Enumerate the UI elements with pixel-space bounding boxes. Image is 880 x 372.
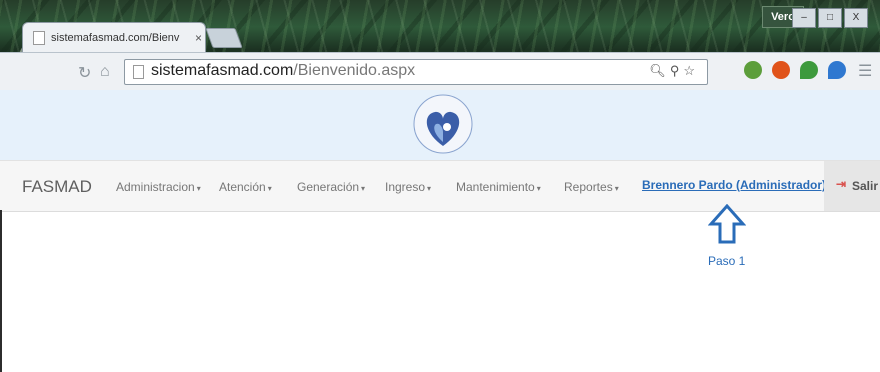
up-arrow-icon bbox=[708, 204, 746, 244]
browser-tab[interactable]: sistemafasmad.com/Bienv × bbox=[22, 22, 206, 53]
menu-administracion[interactable]: Administracion ▾ bbox=[116, 180, 201, 194]
step-annotation-label: Paso 1 bbox=[708, 254, 746, 268]
page-favicon-icon bbox=[33, 31, 45, 45]
sign-out-icon: ⇥ bbox=[836, 177, 847, 191]
main-navbar: FASMAD Administracion ▾ Atención ▾ Generac… bbox=[0, 160, 880, 212]
extension-green-icon[interactable] bbox=[800, 61, 818, 79]
minimize-button[interactable]: – bbox=[792, 8, 816, 28]
close-tab-icon[interactable]: × bbox=[195, 31, 202, 45]
key-icon: ⚲ bbox=[669, 63, 684, 78]
logout-button[interactable]: ⇥ Salir bbox=[824, 161, 880, 211]
caret-down-icon: ▾ bbox=[536, 184, 541, 193]
home-icon[interactable]: ⌂ bbox=[100, 63, 110, 81]
menu-generacion[interactable]: Generación ▾ bbox=[297, 180, 365, 194]
menu-ingreso[interactable]: Ingreso ▾ bbox=[385, 180, 431, 194]
menu-icon[interactable]: ☰ bbox=[858, 61, 872, 81]
brand-link[interactable]: FASMAD bbox=[22, 177, 92, 197]
browser-frame: sistemafasmad.com/Bienv × Vero – □ X ↻ ⌂… bbox=[0, 0, 880, 91]
url-text[interactable]: sistemafasmad.com/Bienvenido.aspx bbox=[151, 62, 415, 80]
extension-leaf-icon[interactable] bbox=[744, 61, 762, 79]
caret-down-icon: ▾ bbox=[196, 184, 201, 193]
caret-down-icon: ▾ bbox=[614, 184, 619, 193]
caret-down-icon: ▾ bbox=[267, 184, 272, 193]
caret-down-icon: ▾ bbox=[427, 184, 432, 193]
maximize-button[interactable]: □ bbox=[818, 8, 842, 28]
extension-alert-icon[interactable] bbox=[772, 61, 790, 79]
user-profile-link[interactable]: Brennero Pardo (Administrador) bbox=[642, 178, 826, 192]
page-header bbox=[0, 90, 880, 160]
menu-mantenimiento[interactable]: Mantenimiento ▾ bbox=[456, 180, 541, 194]
caret-down-icon: ▾ bbox=[361, 184, 366, 193]
tab-title: sistemafasmad.com/Bienv bbox=[51, 32, 180, 44]
reload-icon[interactable]: ↻ bbox=[78, 63, 91, 83]
logout-label: Salir bbox=[852, 179, 879, 193]
zoom-icon: 🔍︎ bbox=[649, 63, 670, 78]
browser-toolbar: ↻ ⌂ sistemafasmad.com/Bienvenido.aspx 🔍︎… bbox=[0, 52, 880, 91]
bookmark-star-icon: ☆ bbox=[683, 63, 699, 78]
menu-atencion[interactable]: Atención ▾ bbox=[219, 180, 272, 194]
page-icon bbox=[133, 65, 144, 79]
window-controls: – □ X bbox=[790, 8, 868, 28]
menu-reportes[interactable]: Reportes ▾ bbox=[564, 180, 619, 194]
address-bar[interactable]: sistemafasmad.com/Bienvenido.aspx 🔍︎⚲☆ bbox=[124, 59, 708, 85]
close-window-button[interactable]: X bbox=[844, 8, 868, 28]
extension-blue-icon[interactable] bbox=[828, 61, 846, 79]
window-left-border bbox=[0, 210, 2, 372]
omnibox-icons[interactable]: 🔍︎⚲☆ bbox=[649, 63, 699, 79]
new-tab-button[interactable] bbox=[205, 28, 243, 48]
fasmad-logo-icon bbox=[413, 94, 473, 154]
